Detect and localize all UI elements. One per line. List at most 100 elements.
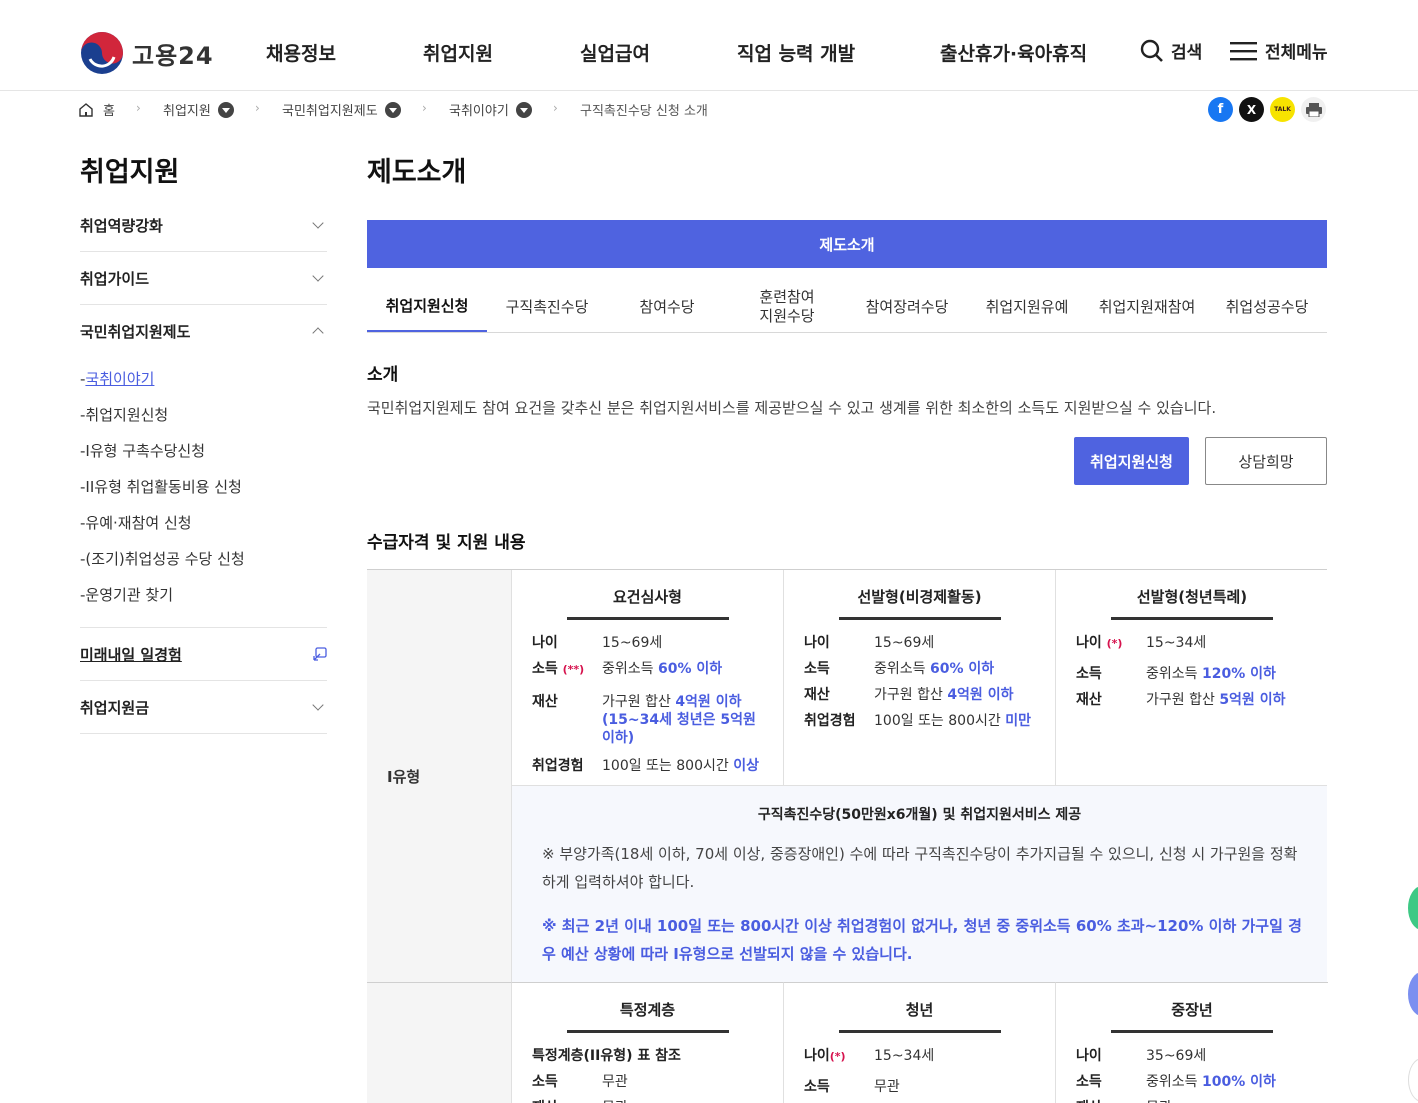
print-icon[interactable]	[1301, 97, 1326, 122]
sidebar-subitem[interactable]: -국취이야기	[80, 361, 327, 397]
floating-help-button[interactable]	[1408, 972, 1418, 1016]
sidebar-subitem[interactable]: -II유형 취업활동비용 신청	[80, 469, 327, 505]
nav-recruit[interactable]: 채용정보	[266, 39, 336, 66]
sidebar-menu: 취업역량강화 취업가이드 국민취업지원제도 -국취이야기 -취업지원신청 -I유…	[80, 199, 327, 734]
nav-employment-support[interactable]: 취업지원	[423, 39, 493, 66]
government-emblem-icon	[81, 32, 123, 74]
tab-deferral[interactable]: 취업지원유예	[967, 282, 1087, 332]
column-header: 특정계층	[512, 983, 783, 1033]
consult-button[interactable]: 상담희망	[1205, 437, 1327, 485]
kakaotalk-icon[interactable]: TALK	[1270, 97, 1295, 122]
sidebar-subitem[interactable]: -I유형 구촉수당신청	[80, 433, 327, 469]
tab-incentive-allowance[interactable]: 참여장려수당	[847, 282, 967, 332]
sidebar-subitem[interactable]: -운영기관 찾기	[80, 577, 327, 613]
sidebar-sublist: -국취이야기 -취업지원신청 -I유형 구촉수당신청 -II유형 취업활동비용 …	[80, 357, 327, 628]
printer-glyph	[1305, 102, 1322, 117]
floating-top-button[interactable]	[1408, 1058, 1418, 1102]
kv-row: 취업경험 100일 또는 800시간 이상	[532, 758, 759, 774]
note-selection: ※ 최근 2년 이내 100일 또는 800시간 이상 취업경험이 없거나, 청…	[542, 917, 1302, 963]
kv-row: 소득 중위소득 100% 이하	[1076, 1074, 1276, 1090]
chevron-up-icon	[312, 327, 324, 339]
tab-success-allowance[interactable]: 취업성공수당	[1207, 282, 1327, 332]
kv-row: 재산무관	[1056, 1099, 1328, 1103]
breadcrumb-item[interactable]: 국민취업지원제도	[282, 100, 401, 119]
dropdown-icon[interactable]	[515, 101, 532, 118]
breadcrumb-current: 구직촉진수당 신청 소개	[580, 104, 708, 119]
logo[interactable]: 고용24	[80, 31, 214, 75]
floating-chat-button[interactable]	[1408, 886, 1418, 930]
home-icon	[79, 102, 93, 117]
chevron-down-icon	[312, 699, 324, 711]
sidebar-item-capability[interactable]: 취업역량강화	[80, 199, 327, 252]
chevron-down-icon	[312, 217, 324, 229]
apply-button[interactable]: 취업지원신청	[1074, 437, 1189, 485]
section-banner: 제도소개	[367, 220, 1327, 268]
type2-col-specific: 특정계층 특정계층(II유형) 표 참조 소득무관 재산무관	[512, 982, 784, 1103]
chevron-right-icon: ›	[136, 101, 141, 115]
chevron-right-icon: ›	[422, 101, 427, 115]
page-title: 제도소개	[367, 157, 467, 188]
chevron-right-icon: ›	[255, 101, 260, 115]
site-header: 고용24 채용정보 취업지원 실업급여 직업 능력 개발 출산휴가·육아휴직 검…	[0, 0, 1418, 91]
nav-job-training[interactable]: 직업 능력 개발	[737, 39, 855, 66]
chevron-down-icon	[312, 270, 324, 282]
search-icon	[1140, 39, 1163, 62]
kv-row: 특정계층(II유형) 표 참조	[532, 1048, 681, 1064]
eligibility-heading: 수급자격 및 지원 내용	[367, 533, 526, 553]
sidebar-item-national-support[interactable]: 국민취업지원제도	[80, 305, 327, 357]
dropdown-icon[interactable]	[217, 101, 234, 118]
breadcrumb-home[interactable]: 홈	[78, 100, 115, 119]
tab-job-seeking-allowance[interactable]: 구직촉진수당	[487, 282, 607, 332]
column-header: 중장년	[1056, 983, 1328, 1033]
facebook-icon[interactable]: f	[1208, 97, 1233, 122]
nav-parental-leave[interactable]: 출산휴가·육아휴직	[940, 39, 1087, 66]
kv-row: 소득 무관	[804, 1079, 900, 1095]
note-dependents: ※ 부양가족(18세 이하, 70세 이상, 중증장애인) 수에 따라 구직촉진…	[542, 845, 1298, 891]
sidebar-subitem[interactable]: -취업지원신청	[80, 397, 327, 433]
kv-row: 나이 15~69세	[804, 635, 935, 651]
kv-row: 소득 중위소득 120% 이하	[1076, 666, 1276, 682]
chevron-right-icon: ›	[553, 101, 558, 115]
column-header: 요건심사형	[512, 570, 783, 620]
support-title: 구직촉진수당(50만원x6개월) 및 취업지원서비스 제공	[757, 807, 1082, 823]
row-header-type2	[367, 982, 512, 1103]
type1-col-youth-special: 선발형(청년특례) 나이 (*) 15~34세 소득 중위소득 120% 이하 재산…	[1056, 570, 1328, 785]
tab-training-allowance[interactable]: 훈련참여 지원수당	[727, 282, 847, 332]
hamburger-icon	[1230, 41, 1257, 60]
dropdown-icon[interactable]	[384, 101, 401, 118]
tab-bar: 취업지원신청 구직촉진수당 참여수당 훈련참여 지원수당 참여장려수당 취업지원…	[367, 282, 1327, 333]
sidebar-title: 취업지원	[80, 157, 180, 188]
type2-col-middle-aged: 중장년 나이35~69세 소득중위소득 100% 이하 재산무관	[1056, 982, 1328, 1103]
logo-text: 고용24	[132, 41, 214, 70]
nav-unemployment-benefit[interactable]: 실업급여	[580, 39, 650, 66]
type1-col-requirements: 요건심사형 나이 15~69세 소득 (**) 중위소득 60% 이하 재산 가구원 …	[512, 570, 784, 785]
share-bar: f X TALK	[1208, 97, 1326, 122]
column-header: 선발형(청년특례)	[1056, 570, 1328, 620]
x-icon[interactable]: X	[1239, 97, 1264, 122]
intro-text: 국민취업지원제도 참여 요건을 갖추신 분은 취업지원서비스를 제공받으실 수 …	[367, 399, 1217, 417]
kv-row: 소득 무관	[532, 1074, 628, 1090]
column-header: 선발형(비경제활동)	[784, 570, 1055, 620]
all-menu-label: 전체메뉴	[1265, 43, 1328, 63]
sidebar: 취업지원 취업역량강화 취업가이드 국민취업지원제도 -국취이야기 -취업지원신…	[80, 150, 327, 734]
breadcrumb-item[interactable]: 국취이야기	[449, 100, 532, 119]
search-label: 검색	[1171, 43, 1203, 63]
sidebar-subitem[interactable]: -(조기)취업성공 수당 신청	[80, 541, 327, 577]
row-header-type1: I유형	[367, 570, 512, 982]
kv-row: 나이(*) 15~34세	[804, 1048, 935, 1064]
type2-col-youth: 청년 나이(*) 15~34세 소득 무관	[784, 982, 1056, 1103]
type1-col-selective-inactive: 선발형(비경제활동) 나이 15~69세 소득 중위소득 60% 이하 재산 가구원 …	[784, 570, 1056, 785]
tab-apply[interactable]: 취업지원신청	[367, 282, 487, 332]
sidebar-item-guide[interactable]: 취업가이드	[80, 252, 327, 305]
breadcrumb-item[interactable]: 취업지원	[163, 100, 234, 119]
kv-row: 소득 중위소득 60% 이하	[804, 661, 995, 677]
search-button[interactable]: 검색	[1140, 38, 1202, 63]
sidebar-item-work-experience[interactable]: 미래내일 일경험	[80, 628, 327, 681]
kv-row: 소득 (**) 중위소득 60% 이하	[532, 661, 723, 677]
all-menu-button[interactable]: 전체메뉴	[1230, 38, 1328, 63]
kv-row: 재산 가구원 합산 4억원 이하 (15~34세 청년은 5억원 이하)	[532, 694, 756, 746]
sidebar-item-subsidy[interactable]: 취업지원금	[80, 681, 327, 734]
tab-participation-allowance[interactable]: 참여수당	[607, 282, 727, 332]
tab-rejoin[interactable]: 취업지원재참여	[1087, 282, 1207, 332]
sidebar-subitem[interactable]: -유예·재참여 신청	[80, 505, 327, 541]
